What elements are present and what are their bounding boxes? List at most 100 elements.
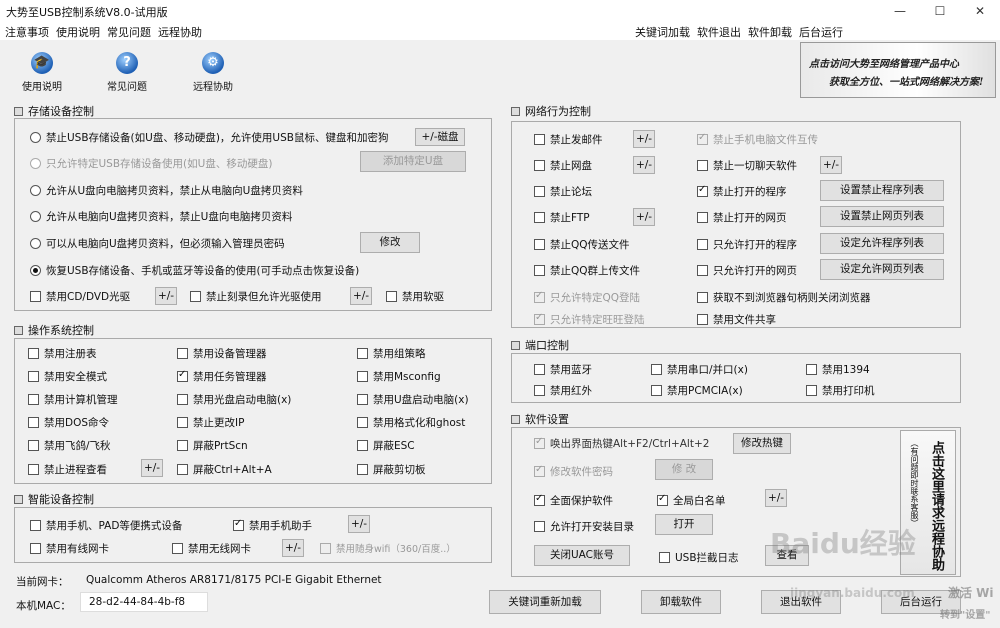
wired-nic-checkbox[interactable]: 禁用有线网卡 [30,541,109,556]
radio-selected[interactable] [30,265,41,276]
checkbox[interactable] [697,212,708,223]
checkbox[interactable] [534,239,545,250]
open-dir-button[interactable]: 打开 [655,514,713,535]
checkbox[interactable] [177,464,188,475]
network-right-option-5[interactable]: 只允许打开的网页 [697,263,797,278]
toolbar-manual-button[interactable]: 🎓 使用说明 [12,52,72,102]
checkbox[interactable] [534,160,545,171]
radio[interactable] [30,185,41,196]
network-left-pm-button-3[interactable]: +/- [633,208,655,226]
close-uac-button[interactable]: 关闭UAC账号 [534,545,630,566]
network-right-option-1[interactable]: 禁止一切聊天软件 [697,158,797,173]
checkbox[interactable] [534,212,545,223]
menu-uninstall[interactable]: 软件卸载 [748,24,792,40]
network-right-pm-button-1[interactable]: +/- [820,156,842,174]
network-right-option-6[interactable]: 获取不到浏览器句柄则关闭浏览器 [697,290,871,305]
menu-notes[interactable]: 注意事项 [5,24,49,40]
floppy-checkbox[interactable]: 禁用软驱 [386,289,444,304]
port-option-0[interactable]: 禁用蓝牙 [534,362,592,377]
checkbox[interactable] [534,186,545,197]
checkbox[interactable] [651,385,662,396]
os-option-9[interactable]: 禁用DOS命令 [28,415,109,430]
checkbox[interactable] [172,543,183,554]
checkbox[interactable] [534,364,545,375]
network-left-option-4[interactable]: 禁止QQ传送文件 [534,237,630,252]
checkbox[interactable] [659,552,670,563]
storage-option-1[interactable]: 禁止USB存储设备(如U盘、移动硬盘)，允许使用USB鼠标、键盘和加密狗 [30,130,388,145]
os-option-2[interactable]: 禁用组策略 [357,346,426,361]
checkbox[interactable] [357,464,368,475]
network-left-option-5[interactable]: 禁止QQ群上传文件 [534,263,640,278]
os-option-6[interactable]: 禁用计算机管理 [28,392,118,407]
checkbox-checked[interactable] [177,369,188,382]
checkbox[interactable] [357,394,368,405]
menu-remote[interactable]: 远程协助 [158,24,202,40]
checkbox[interactable] [697,239,708,250]
checkbox[interactable] [806,385,817,396]
checkbox[interactable] [177,348,188,359]
os-option-0[interactable]: 禁用注册表 [28,346,97,361]
radio[interactable] [30,211,41,222]
phone-assistant-checkbox[interactable]: 禁用手机助手 [233,518,312,533]
checkbox[interactable] [386,291,397,302]
network-left-option-1[interactable]: 禁止网盘 [534,158,592,173]
checkbox[interactable] [28,348,39,359]
process-pm-button[interactable]: +/- [141,459,163,477]
reload-keywords-button[interactable]: 关键词重新加载 [489,590,601,614]
os-option-4[interactable]: 禁用任务管理器 [177,369,267,384]
checkbox[interactable] [651,364,662,375]
cd-dvd-checkbox[interactable]: 禁用CD/DVD光驱 [30,289,130,304]
network-right-option-7[interactable]: 禁用文件共享 [697,312,776,327]
checkbox[interactable] [697,314,708,325]
checkbox[interactable] [534,134,545,145]
port-option-1[interactable]: 禁用串口/并口(x) [651,362,748,377]
checkbox[interactable] [30,291,41,302]
product-banner[interactable]: 点击访问大势至网络管理产品中心 获取全方位、一站式网络解决方案! [800,42,996,98]
checkbox-checked[interactable] [657,493,668,506]
global-whitelist-checkbox[interactable]: 全局白名单 [657,493,726,508]
burn-checkbox[interactable]: 禁止刻录但允许光驱使用 [190,289,322,304]
modify-hotkey-button[interactable]: 修改热键 [733,433,791,454]
menu-faq[interactable]: 常见问题 [107,24,151,40]
port-option-3[interactable]: 禁用红外 [534,383,592,398]
disk-toggle-button[interactable]: +/-磁盘 [415,128,465,146]
open-install-dir-checkbox[interactable]: 允许打开安装目录 [534,519,634,534]
os-option-13[interactable]: 屏蔽PrtScn [177,438,248,453]
cd-pm-button[interactable]: +/- [155,287,177,305]
os-option-16[interactable]: 屏蔽Ctrl+Alt+A [177,462,272,477]
radio[interactable] [30,238,41,249]
os-option-12[interactable]: 禁用飞鸽/飞秋 [28,438,111,453]
checkbox[interactable] [357,371,368,382]
network-right-option-2[interactable]: 禁止打开的程序 [697,184,787,199]
os-option-8[interactable]: 禁用U盘启动电脑(x) [357,392,469,407]
checkbox[interactable] [177,394,188,405]
close-button[interactable]: ✕ [960,0,1000,22]
network-left-pm-button-1[interactable]: +/- [633,156,655,174]
modify-password-button[interactable]: 修改 [360,232,420,253]
os-option-14[interactable]: 屏蔽ESC [357,438,415,453]
radio[interactable] [30,132,41,143]
whitelist-pm-button[interactable]: +/- [765,489,787,507]
checkbox-checked[interactable] [534,493,545,506]
port-option-2[interactable]: 禁用1394 [806,362,870,377]
checkbox[interactable] [177,440,188,451]
menu-exit[interactable]: 软件退出 [697,24,741,40]
checkbox[interactable] [806,364,817,375]
checkbox[interactable] [30,543,41,554]
protect-software-checkbox[interactable]: 全面保护软件 [534,493,613,508]
toolbar-remote-button[interactable]: ⚙ 远程协助 [183,52,243,102]
maximize-button[interactable]: ☐ [920,0,960,22]
checkbox[interactable] [28,440,39,451]
network-left-pm-button-0[interactable]: +/- [633,130,655,148]
network-list-button-3[interactable]: 设置禁止网页列表 [820,206,944,227]
checkbox[interactable] [28,464,39,475]
network-right-option-4[interactable]: 只允许打开的程序 [697,237,797,252]
storage-option-6[interactable]: 恢复USB存储设备、手机或蓝牙等设备的使用(可手动点击恢复设备) [30,263,359,278]
toolbar-faq-button[interactable]: ? 常见问题 [97,52,157,102]
checkbox[interactable] [30,520,41,531]
checkbox-checked[interactable] [233,518,244,531]
checkbox[interactable] [357,348,368,359]
checkbox[interactable] [534,265,545,276]
uninstall-button[interactable]: 卸载软件 [641,590,721,614]
wireless-pm-button[interactable]: +/- [282,539,304,557]
